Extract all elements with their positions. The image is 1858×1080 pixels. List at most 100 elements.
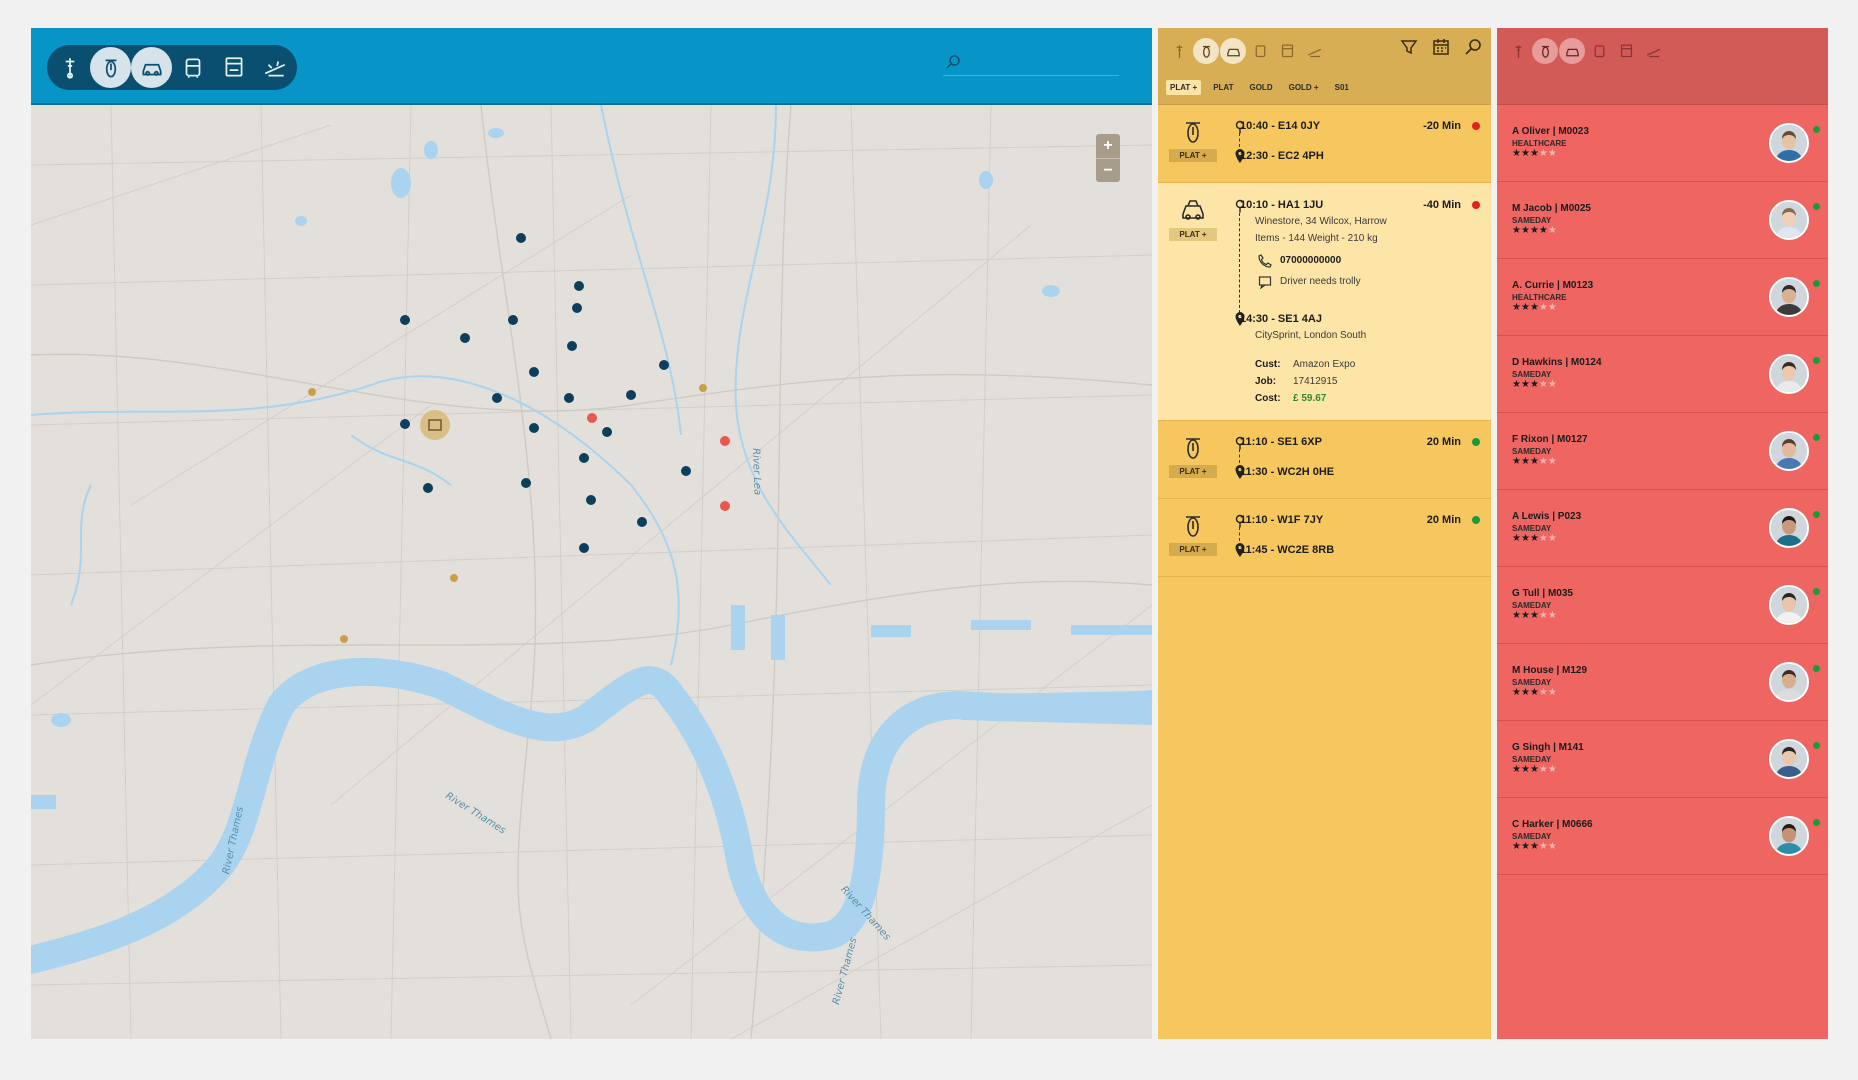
driver-row[interactable]: M Jacob | M0025 SAMEDAY ★★★★★ <box>1497 182 1828 259</box>
avatar[interactable] <box>1769 816 1809 856</box>
driver-marker[interactable] <box>529 367 539 377</box>
driver-marker[interactable] <box>567 341 577 351</box>
bicycle-icon <box>65 57 74 79</box>
jobs-tab-scooter[interactable] <box>1193 38 1219 64</box>
driver-row[interactable]: D Hawkins | M0124 SAMEDAY ★★★★★ <box>1497 336 1828 413</box>
alert-marker[interactable] <box>587 413 597 423</box>
driver-marker[interactable] <box>681 466 691 476</box>
driver-rating: ★★★★★ <box>1512 687 1557 698</box>
driver-row[interactable]: A. Currie | M0123 HEALTHCARE ★★★★★ <box>1497 259 1828 336</box>
search-icon[interactable] <box>1463 37 1483 57</box>
pickup-marker[interactable] <box>699 384 707 392</box>
driver-row[interactable]: G Singh | M141 SAMEDAY ★★★★★ <box>1497 721 1828 798</box>
drivers-tab-bicycle[interactable] <box>1505 38 1531 64</box>
pickup-marker[interactable] <box>340 635 348 643</box>
jobs-tab-bicycle[interactable] <box>1166 38 1192 64</box>
job-card[interactable]: PLAT + 11:10 - W1F 7JY 11:45 - WC2E 8RB … <box>1158 499 1491 577</box>
driver-marker[interactable] <box>572 303 582 313</box>
driver-marker[interactable] <box>400 419 410 429</box>
driver-marker[interactable] <box>423 483 433 493</box>
driver-marker[interactable] <box>579 453 589 463</box>
phone-number[interactable]: 07000000000 <box>1280 255 1341 266</box>
driver-marker[interactable] <box>659 360 669 370</box>
map-canvas[interactable] <box>31 105 1152 1039</box>
driver-row[interactable]: F Rixon | M0127 SAMEDAY ★★★★★ <box>1497 413 1828 490</box>
drivers-tab-truck[interactable] <box>1613 38 1639 64</box>
job-card-expanded[interactable]: PLAT + 10:10 - HA1 1JU Winestore, 34 Wil… <box>1158 183 1491 421</box>
driver-row[interactable]: C Harker | M0666 SAMEDAY ★★★★★ <box>1497 798 1828 875</box>
vehicle-tab-plane[interactable] <box>254 47 295 88</box>
drivers-tab-car[interactable] <box>1559 38 1585 64</box>
online-status-dot <box>1813 357 1820 364</box>
jobs-tab-truck[interactable] <box>1274 38 1300 64</box>
map-panel[interactable]: + − River Thames River Thames River Tham… <box>31 28 1152 1039</box>
drivers-tab-scooter[interactable] <box>1532 38 1558 64</box>
job-label: Job: <box>1255 376 1277 387</box>
driver-row[interactable]: G Tull | M035 SAMEDAY ★★★★★ <box>1497 567 1828 644</box>
driver-marker[interactable] <box>400 315 410 325</box>
filter-plat[interactable]: PLAT <box>1209 80 1237 95</box>
driver-rating: ★★★★★ <box>1512 456 1557 467</box>
jobs-tab-van[interactable] <box>1247 38 1273 64</box>
service-badge: PLAT + <box>1169 465 1217 478</box>
driver-marker[interactable] <box>492 393 502 403</box>
driver-marker[interactable] <box>516 233 526 243</box>
avatar[interactable] <box>1769 508 1809 548</box>
online-status-dot <box>1813 280 1820 287</box>
driver-marker[interactable] <box>637 517 647 527</box>
online-status-dot <box>1813 434 1820 441</box>
eta-label: -40 Min <box>1423 199 1461 211</box>
vehicle-tab-scooter[interactable] <box>90 47 131 88</box>
driver-marker[interactable] <box>564 393 574 403</box>
filter-gold[interactable]: GOLD <box>1245 80 1276 95</box>
driver-marker[interactable] <box>579 543 589 553</box>
jobs-panel: PLAT + PLAT GOLD GOLD + S01 PLAT + 10:40… <box>1158 28 1491 1039</box>
driver-marker[interactable] <box>521 478 531 488</box>
map-search-input[interactable] <box>943 50 1119 76</box>
zoom-in-button[interactable]: + <box>1096 134 1120 158</box>
driver-marker[interactable] <box>586 495 596 505</box>
avatar[interactable] <box>1769 277 1809 317</box>
driver-marker[interactable] <box>508 315 518 325</box>
drivers-tab-plane[interactable] <box>1640 38 1666 64</box>
avatar[interactable] <box>1769 200 1809 240</box>
alert-marker[interactable] <box>720 436 730 446</box>
filter-gold-plus[interactable]: GOLD + <box>1285 80 1323 95</box>
pickup-marker[interactable] <box>308 388 316 396</box>
avatar[interactable] <box>1769 585 1809 625</box>
calendar-icon[interactable] <box>1431 37 1451 57</box>
driver-marker[interactable] <box>460 333 470 343</box>
driver-row[interactable]: M House | M129 SAMEDAY ★★★★★ <box>1497 644 1828 721</box>
avatar[interactable] <box>1769 123 1809 163</box>
driver-row[interactable]: A Lewis | P023 SAMEDAY ★★★★★ <box>1497 490 1828 567</box>
drivers-tab-van[interactable] <box>1586 38 1612 64</box>
vehicle-tab-truck[interactable] <box>213 47 254 88</box>
vehicle-tab-van[interactable] <box>172 47 213 88</box>
filter-s01[interactable]: S01 <box>1331 80 1353 95</box>
jobs-tab-car[interactable] <box>1220 38 1246 64</box>
pickup-marker[interactable] <box>450 574 458 582</box>
avatar[interactable] <box>1769 662 1809 702</box>
driver-marker[interactable] <box>574 281 584 291</box>
job-card[interactable]: PLAT + 11:10 - SE1 6XP 11:30 - WC2H 0HE … <box>1158 421 1491 499</box>
driver-category: SAMEDAY <box>1512 678 1552 687</box>
depot-marker[interactable] <box>420 410 450 440</box>
vehicle-tab-bicycle[interactable] <box>49 47 90 88</box>
avatar[interactable] <box>1769 739 1809 779</box>
avatar[interactable] <box>1769 431 1809 471</box>
driver-rating: ★★★★★ <box>1512 533 1557 544</box>
driver-marker[interactable] <box>626 390 636 400</box>
driver-marker[interactable] <box>529 423 539 433</box>
vehicle-tab-car[interactable] <box>131 47 172 88</box>
filter-plat-plus[interactable]: PLAT + <box>1166 80 1202 95</box>
eta-label: 20 Min <box>1426 436 1461 448</box>
zoom-out-button[interactable]: − <box>1096 158 1120 182</box>
driver-marker[interactable] <box>602 427 612 437</box>
avatar[interactable] <box>1769 354 1809 394</box>
jobs-tab-plane[interactable] <box>1301 38 1327 64</box>
filter-icon[interactable] <box>1399 37 1419 57</box>
job-card[interactable]: PLAT + 10:40 - E14 0JY 12:30 - EC2 4PH -… <box>1158 105 1491 183</box>
alert-marker[interactable] <box>720 501 730 511</box>
driver-row[interactable]: A Oliver | M0023 HEALTHCARE ★★★★★ <box>1497 105 1828 182</box>
star-icon: ★ <box>1529 225 1539 236</box>
